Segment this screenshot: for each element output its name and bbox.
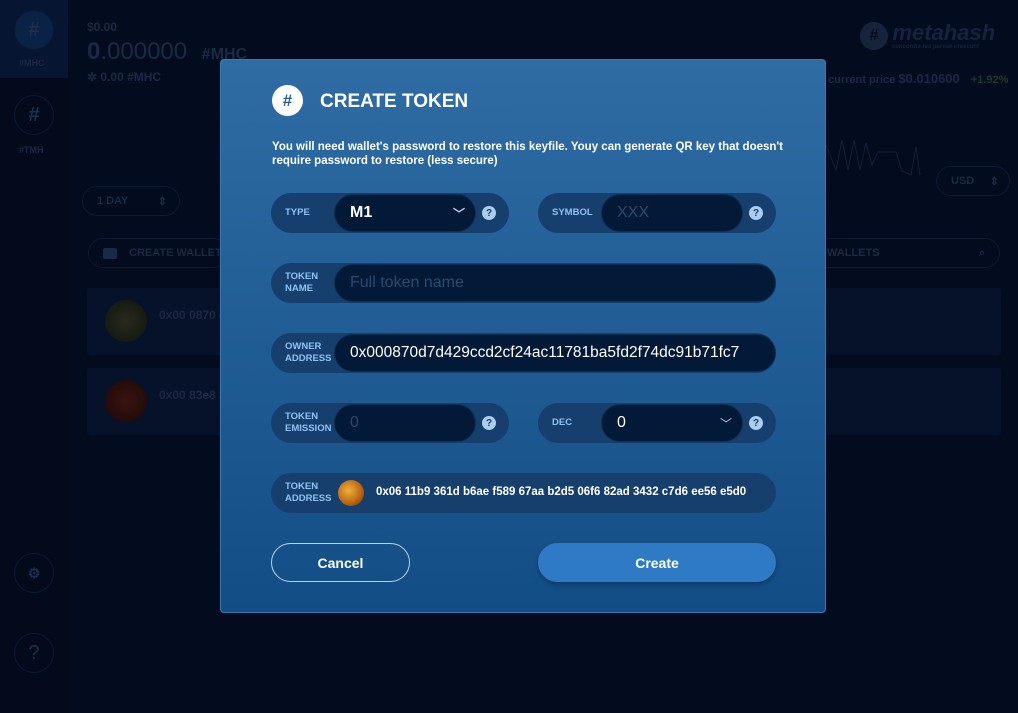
create-button[interactable]: Create <box>538 543 776 582</box>
help-icon[interactable]: ? <box>749 416 763 430</box>
create-wallet-button[interactable]: CREATE WALLET <box>88 238 228 268</box>
type-field: TYPE M1 ﹀ ? <box>271 193 509 233</box>
settings-icon[interactable]: ⚙ <box>14 553 54 593</box>
help-icon[interactable]: ? <box>749 206 763 220</box>
help-icon[interactable]: ? <box>482 206 496 220</box>
modal-title: CREATE TOKEN <box>320 91 469 112</box>
token-name-input[interactable]: Full token name <box>334 264 776 302</box>
token-avatar <box>338 480 364 506</box>
currency-select[interactable]: USD ⇕ <box>936 166 1010 196</box>
wallet-avatar <box>105 300 147 342</box>
token-address-value: 0x06 11b9 361d b6ae f589 67aa b2d5 06f6 … <box>376 486 747 498</box>
sidebar: # #MHC # #TMH ⚙ ? <box>0 0 68 713</box>
balance-usd: $0.00 <box>87 20 118 34</box>
price: current price $0.010600 +1.92% <box>828 71 1009 86</box>
wallet-avatar <box>105 380 147 422</box>
token-logo-icon: # <box>272 85 303 116</box>
period-select[interactable]: 1 DAY ⇕ <box>82 186 180 216</box>
create-token-modal: # CREATE TOKEN You will need wallet's pa… <box>220 59 826 613</box>
dec-select[interactable]: 0 ﹀ <box>601 404 743 442</box>
chevron-down-icon: ﹀ <box>719 417 732 431</box>
token-name-field: TOKEN NAME Full token name <box>271 263 776 303</box>
symbol-input[interactable]: XXX <box>601 194 743 232</box>
brand-logo: # metahash concordia res parvae crescunt <box>860 20 995 50</box>
chevron-down-icon: ﹀ <box>452 207 465 221</box>
owner-address-input[interactable]: 0x000870d7d429ccd2cf24ac11781ba5fd2f74dc… <box>334 334 776 372</box>
balance-sub: ✲ 0.00 #MHC <box>87 70 162 84</box>
search-icon: ⌕ <box>978 246 985 259</box>
token-address-field: TOKEN ADDRESS 0x06 11b9 361d b6ae f589 67… <box>271 473 776 513</box>
sidebar-item-mhc[interactable]: # #MHC <box>0 0 68 78</box>
hash-icon: # <box>14 95 54 135</box>
help-icon[interactable]: ? <box>482 416 496 430</box>
wallet-icon <box>103 247 117 259</box>
dec-field: DEC 0 ﹀ ? <box>538 403 776 443</box>
hash-icon: # <box>14 10 54 50</box>
type-select[interactable]: M1 ﹀ <box>334 194 476 232</box>
help-icon[interactable]: ? <box>14 633 54 673</box>
token-emission-input[interactable]: 0 <box>334 404 476 442</box>
owner-address-field: OWNER ADDRESS 0x000870d7d429ccd2cf24ac117… <box>271 333 776 373</box>
sidebar-item-tmh[interactable]: # #TMH <box>0 95 68 165</box>
cancel-button[interactable]: Cancel <box>271 543 410 582</box>
modal-description: You will need wallet's password to resto… <box>272 141 783 167</box>
symbol-field: SYMBOL XXX ? <box>538 193 776 233</box>
token-emission-field: TOKEN EMISSION 0 ? <box>271 403 509 443</box>
